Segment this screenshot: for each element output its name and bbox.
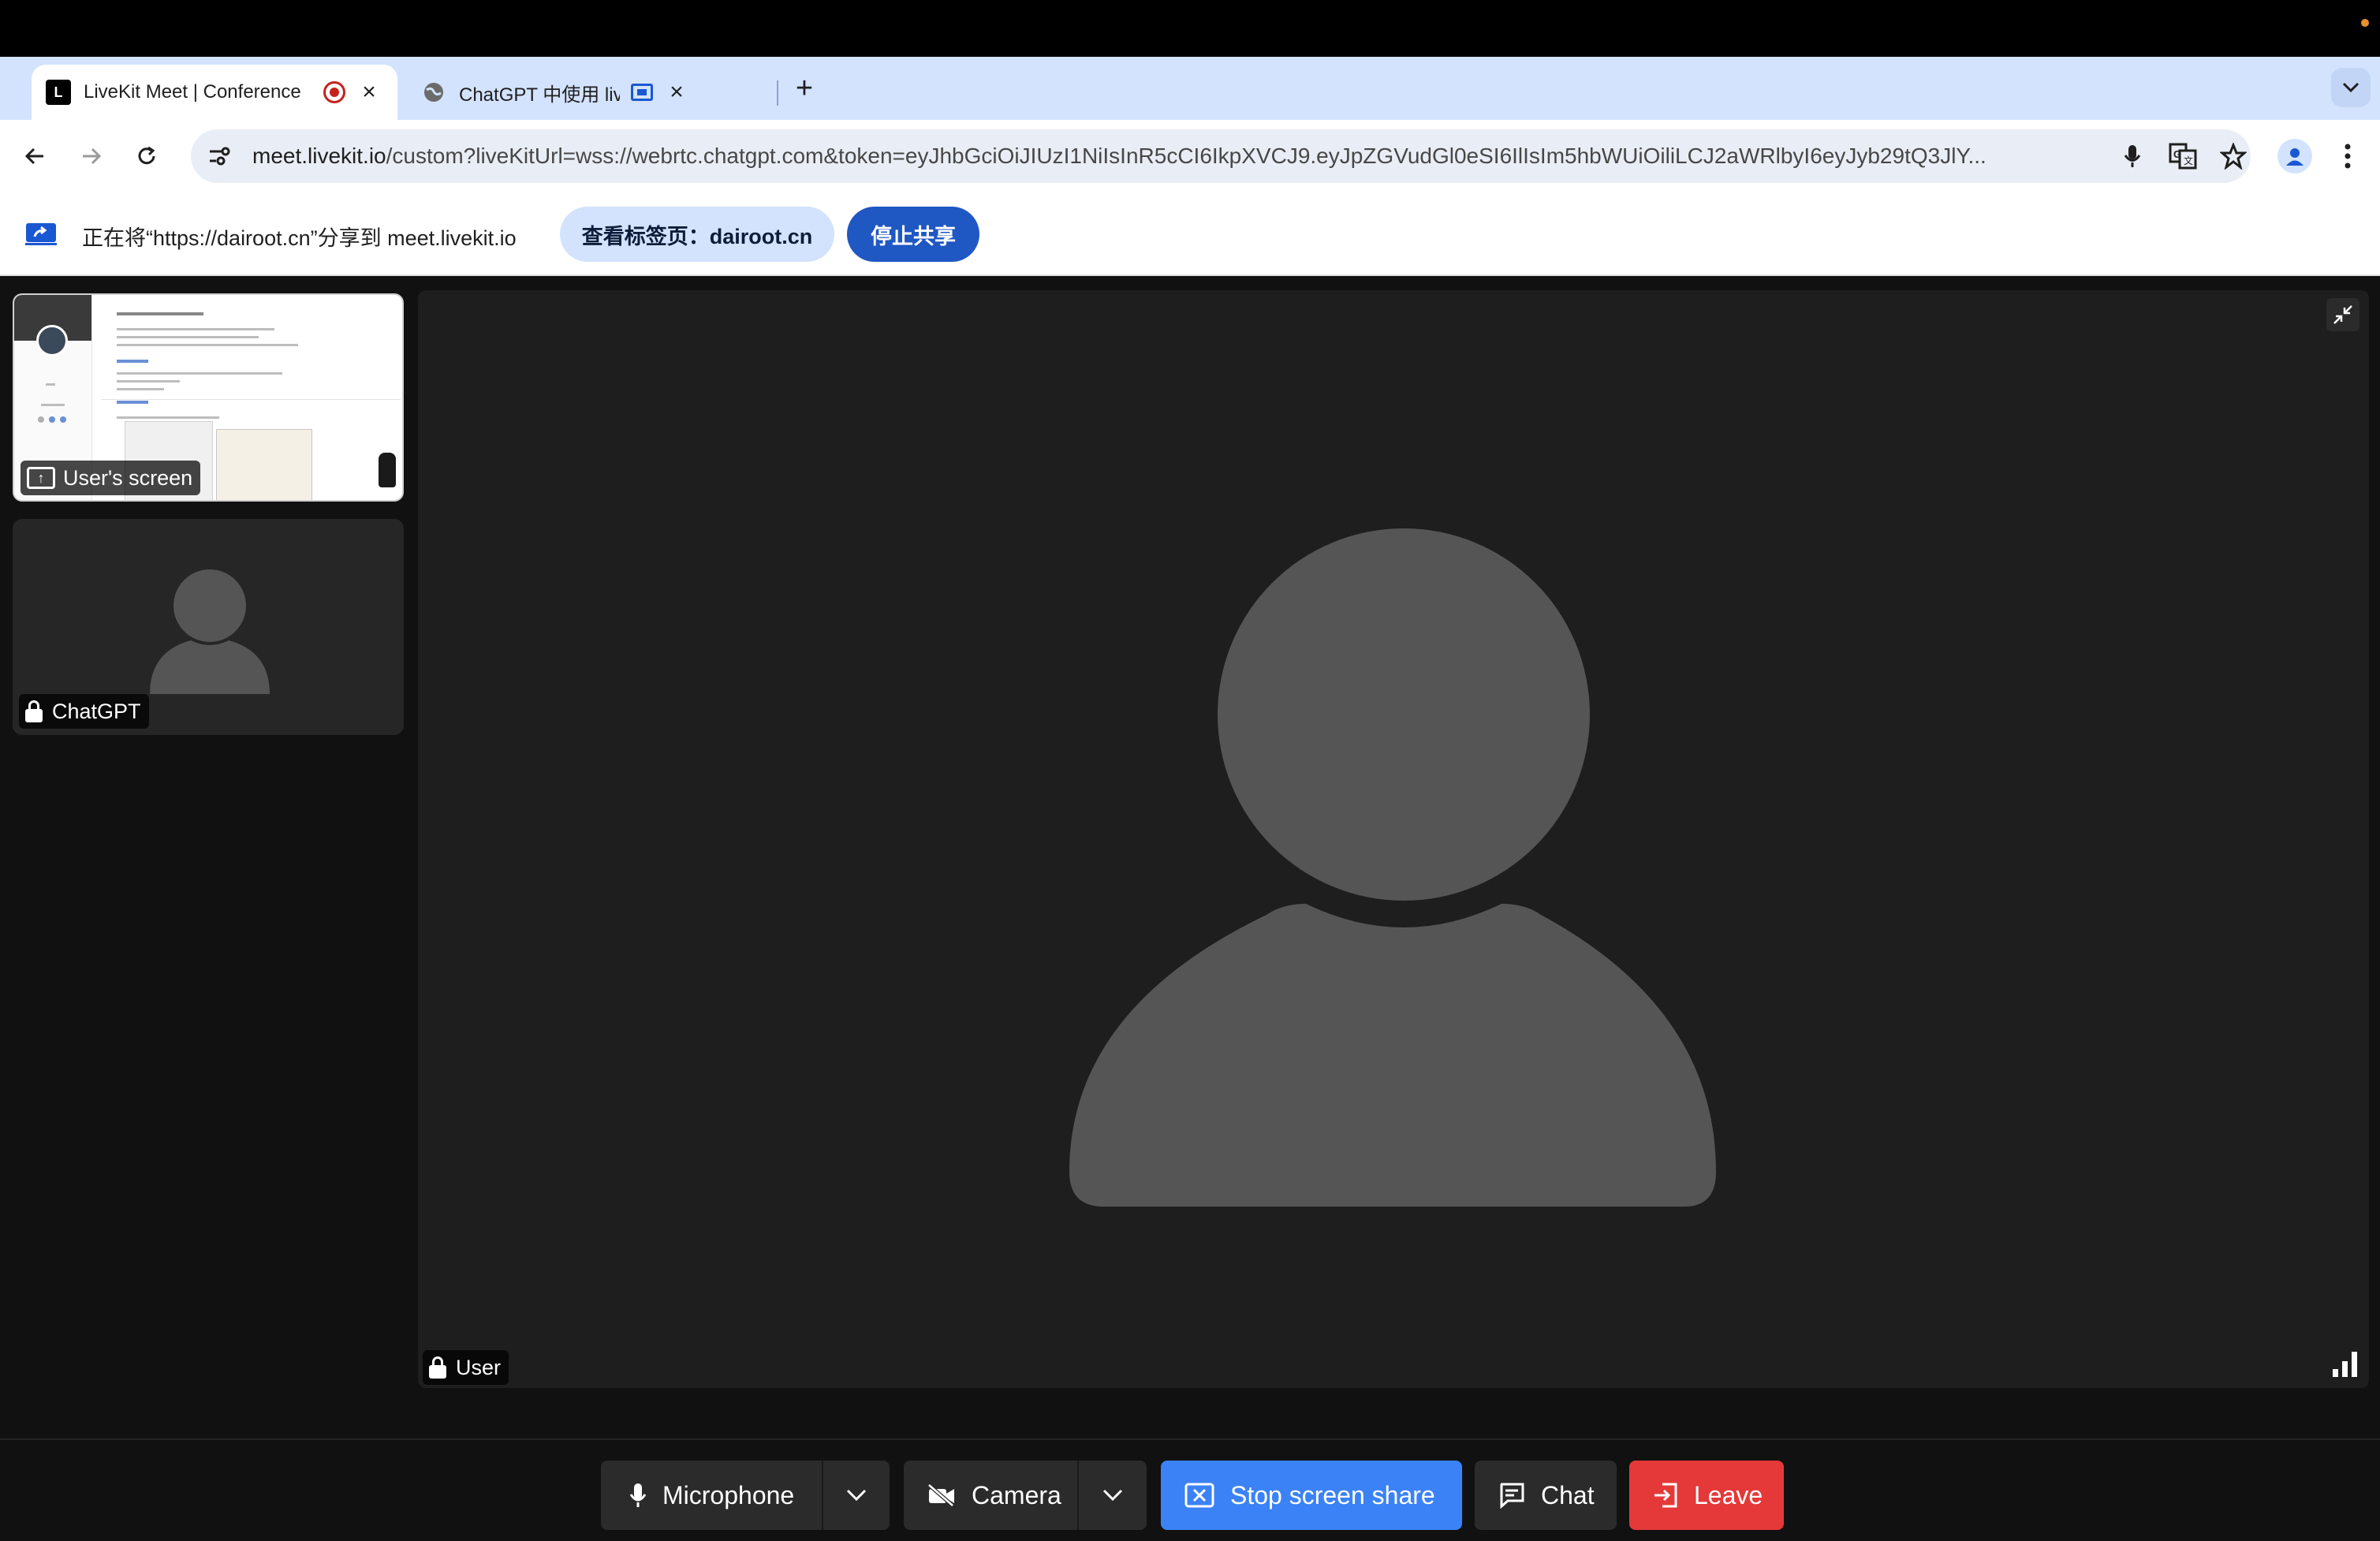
participant-tile-chatgpt[interactable]: ChatGPT	[13, 519, 404, 735]
new-tab-plus-icon[interactable]: +	[789, 72, 820, 105]
url-path: /custom?liveKitUrl=wss://webrtc.chatgpt.…	[386, 144, 1986, 168]
notification-dot	[2361, 19, 2369, 27]
forward-arrow-icon[interactable]	[73, 137, 110, 175]
tab-divider	[777, 80, 778, 106]
dot-icon	[49, 416, 55, 423]
svg-text:G: G	[2173, 148, 2181, 160]
cat-icon	[379, 453, 396, 487]
microphone-label: Microphone	[662, 1480, 795, 1509]
stop-share-icon	[1184, 1483, 1214, 1508]
participant-name: ChatGPT	[52, 699, 141, 723]
text-line	[117, 328, 274, 330]
chat-button[interactable]: Chat	[1475, 1461, 1617, 1530]
text-line	[117, 344, 298, 346]
address-bar[interactable]: meet.livekit.io/custom?liveKitUrl=wss://…	[191, 129, 2251, 183]
lock-icon	[25, 700, 43, 722]
screen-share-icon: ↑	[27, 467, 55, 489]
screen-share-icon	[25, 223, 57, 245]
camera-button[interactable]: Camera	[904, 1461, 1079, 1530]
participant-label: ChatGPT	[19, 694, 149, 729]
browser-menu-icon[interactable]	[2334, 139, 2361, 174]
camera-label: Camera	[972, 1480, 1061, 1509]
leave-door-icon	[1653, 1482, 1678, 1509]
connection-quality-icon	[2333, 1352, 2357, 1377]
microphone-options-chevron-icon[interactable]	[823, 1489, 890, 1502]
text-line	[117, 372, 282, 375]
dot-icon	[38, 416, 44, 423]
lock-icon	[429, 1356, 446, 1379]
text-line	[117, 401, 148, 404]
microphone-icon	[629, 1482, 647, 1509]
os-menu-bar	[0, 0, 2380, 57]
avatar	[36, 325, 68, 356]
leave-button[interactable]: Leave	[1629, 1461, 1784, 1530]
tab-livekit-meet[interactable]: L LiveKit Meet | Conference ×	[32, 65, 397, 120]
participant-name: User's screen	[63, 465, 193, 490]
leave-label: Leave	[1694, 1480, 1763, 1509]
svg-text:文: 文	[2184, 155, 2193, 166]
screen-share-tile[interactable]: ↑ User's screen	[13, 293, 404, 502]
stop-sharing-button[interactable]: 停止共享	[847, 207, 979, 262]
close-tab-icon[interactable]: ×	[355, 78, 383, 106]
text-line	[117, 416, 219, 419]
tab-title: ChatGPT 中使用 livekit 实	[459, 84, 620, 106]
translate-icon[interactable]: G文	[2166, 139, 2200, 174]
text-line	[117, 360, 148, 363]
profile-avatar-icon[interactable]	[2277, 139, 2312, 174]
control-bar: Microphone Camera Stop screen share Chat	[0, 1438, 2380, 1541]
microphone-button[interactable]: Microphone	[601, 1461, 823, 1530]
tab-strip: L LiveKit Meet | Conference × ChatGPT 中使…	[0, 57, 2380, 120]
close-tab-icon[interactable]: ×	[662, 78, 691, 106]
screen-share-label: ↑ User's screen	[21, 461, 201, 495]
camera-off-icon	[927, 1483, 956, 1507]
browser-toolbar: meet.livekit.io/custom?liveKitUrl=wss://…	[0, 120, 2380, 192]
bookmark-star-icon[interactable]	[2216, 139, 2251, 174]
stop-screen-share-label: Stop screen share	[1230, 1480, 1435, 1509]
participant-name: User	[456, 1355, 502, 1379]
camera-control: Camera	[904, 1461, 1147, 1530]
participant-label: User	[423, 1350, 509, 1385]
site-settings-icon[interactable]	[197, 134, 241, 178]
screenshot-image	[216, 429, 312, 500]
sharing-message: 正在将“https://dairoot.cn”分享到 meet.livekit.…	[82, 226, 517, 250]
view-tab-button[interactable]: 查看标签页：dairoot.cn	[560, 207, 834, 262]
text-line	[117, 336, 259, 338]
tab-sharing-icon	[631, 84, 653, 101]
stop-screen-share-button[interactable]: Stop screen share	[1161, 1461, 1462, 1530]
tab-chatgpt-article[interactable]: ChatGPT 中使用 livekit 实 ×	[410, 65, 773, 120]
text-line	[117, 312, 203, 315]
microphone-control: Microphone	[601, 1461, 890, 1530]
divider	[101, 399, 401, 400]
camera-options-chevron-icon[interactable]	[1079, 1489, 1147, 1502]
conference-view: ↑ User's screen ChatGPT User	[0, 276, 2380, 1541]
focused-participant-tile[interactable]: User	[418, 290, 2369, 1388]
tab-sharing-infobar: 正在将“https://dairoot.cn”分享到 meet.livekit.…	[0, 192, 2380, 276]
tab-title: LiveKit Meet | Conference	[84, 81, 301, 103]
collapse-icon[interactable]	[2326, 298, 2359, 331]
chat-label: Chat	[1541, 1480, 1595, 1509]
globe-icon	[421, 80, 446, 105]
text-line	[41, 404, 65, 406]
recording-icon	[323, 81, 345, 103]
reload-icon[interactable]	[128, 137, 166, 175]
microphone-icon[interactable]	[2115, 139, 2150, 174]
avatar-placeholder-icon	[1069, 528, 1716, 1207]
chat-bubble-icon	[1498, 1482, 1525, 1509]
text-line	[46, 383, 55, 386]
livekit-logo-icon: L	[46, 80, 71, 105]
dot-icon	[60, 416, 66, 423]
url-host: meet.livekit.io	[252, 144, 386, 168]
tab-search-chevron-icon[interactable]	[2331, 68, 2371, 107]
text-line	[117, 380, 180, 382]
url-text: meet.livekit.io/custom?liveKitUrl=wss://…	[252, 144, 2099, 169]
text-line	[117, 388, 164, 390]
back-arrow-icon[interactable]	[16, 137, 54, 175]
avatar-placeholder-icon	[150, 569, 270, 694]
